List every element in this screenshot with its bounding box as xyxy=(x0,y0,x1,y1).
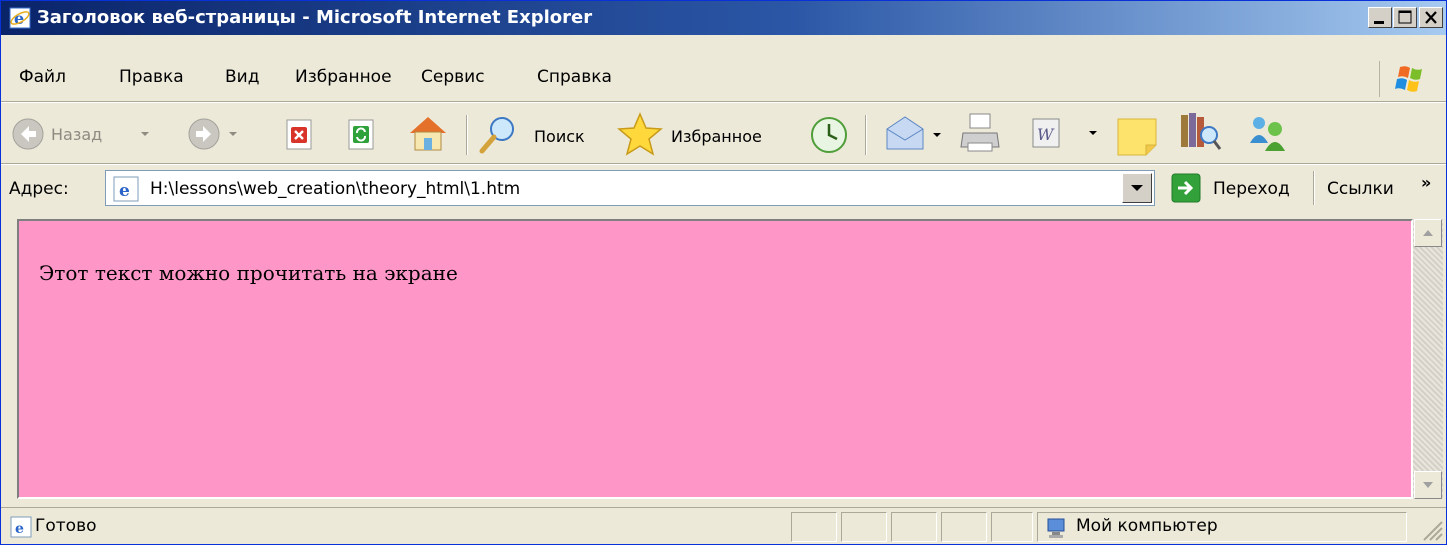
menu-bar: Файл Правка Вид Избранное Сервис Справка xyxy=(1,57,1446,99)
search-icon xyxy=(479,117,514,154)
maximize-icon xyxy=(1398,10,1412,24)
page-status-icon: e xyxy=(10,516,32,538)
status-text: Готово xyxy=(35,516,97,536)
home-button[interactable] xyxy=(406,113,450,159)
menu-edit[interactable]: Правка xyxy=(119,67,184,87)
standard-toolbar: Назад Поиск Избранное W xyxy=(1,105,1446,163)
forward-button[interactable] xyxy=(187,117,247,157)
close-button[interactable] xyxy=(1419,7,1443,28)
messenger-button[interactable] xyxy=(1245,111,1291,159)
sticky-note-icon xyxy=(1117,118,1157,156)
research-books-icon xyxy=(1181,113,1222,150)
history-icon xyxy=(811,117,847,153)
menu-help[interactable]: Справка xyxy=(537,67,612,87)
address-bar: Адрес: e H:\lessons\web_creation\theory_… xyxy=(1,167,1446,211)
links-button[interactable]: Ссылки xyxy=(1327,179,1394,199)
browser-window: e Заголовок веб-страницы - Microsoft Int… xyxy=(0,0,1447,545)
windows-logo xyxy=(1379,61,1438,97)
favorites-label: Избранное xyxy=(671,127,762,146)
menu-file[interactable]: Файл xyxy=(19,67,66,87)
back-button[interactable]: Назад xyxy=(11,117,151,157)
menu-view[interactable]: Вид xyxy=(225,67,259,87)
refresh-icon xyxy=(348,119,374,150)
research-button[interactable] xyxy=(1177,109,1223,159)
print-icon xyxy=(960,113,1000,152)
discuss-button[interactable] xyxy=(1116,117,1162,161)
word-edit-icon: W xyxy=(1032,118,1097,148)
history-button[interactable] xyxy=(807,114,851,160)
go-label[interactable]: Переход xyxy=(1213,179,1290,199)
page-text: Этот текст можно прочитать на экране xyxy=(39,261,458,285)
windows-flag-icon xyxy=(1395,66,1422,92)
address-label: Адрес: xyxy=(9,179,69,199)
page-ie-icon: e xyxy=(113,176,139,202)
stop-icon xyxy=(286,119,312,150)
go-button[interactable] xyxy=(1171,173,1203,209)
address-dropdown-button[interactable] xyxy=(1122,173,1152,203)
svg-text:W: W xyxy=(1037,125,1055,144)
mail-button[interactable] xyxy=(883,113,953,159)
address-url: H:\lessons\web_creation\theory_html\1.ht… xyxy=(150,179,521,199)
resize-grip-icon[interactable] xyxy=(1420,518,1444,542)
svg-text:e: e xyxy=(119,181,130,201)
computer-icon xyxy=(1047,518,1065,538)
window-title: Заголовок веб-страницы - Microsoft Inter… xyxy=(37,7,593,28)
favorites-star-icon xyxy=(617,112,663,156)
vertical-scrollbar[interactable] xyxy=(1413,219,1443,499)
close-icon xyxy=(1425,11,1437,24)
zone-text: Мой компьютер xyxy=(1076,516,1218,536)
search-button[interactable]: Поиск xyxy=(478,113,585,159)
search-label: Поиск xyxy=(534,127,585,146)
scroll-down-button[interactable] xyxy=(1414,471,1442,499)
print-button[interactable] xyxy=(959,111,1003,159)
mail-icon xyxy=(886,116,941,150)
forward-arrow-icon xyxy=(188,118,237,150)
favorites-button[interactable]: Избранное xyxy=(615,111,762,161)
edit-button[interactable]: W xyxy=(1031,117,1103,155)
chevron-more-icon[interactable]: » xyxy=(1421,173,1431,192)
chevron-down-icon xyxy=(1131,185,1143,191)
address-input[interactable]: e H:\lessons\web_creation\theory_html\1.… xyxy=(105,170,1155,206)
minimize-icon xyxy=(1374,21,1384,24)
maximize-button[interactable] xyxy=(1393,7,1417,28)
home-icon xyxy=(410,117,446,151)
status-bar: e Готово Мой компьютер xyxy=(1,507,1446,545)
go-arrow-icon xyxy=(1171,173,1201,203)
refresh-button[interactable] xyxy=(346,119,378,155)
minimize-button[interactable] xyxy=(1368,7,1392,28)
arrow-up-icon xyxy=(1423,230,1433,236)
back-label: Назад xyxy=(51,125,103,144)
page-content: Этот текст можно прочитать на экране xyxy=(17,219,1413,499)
svg-text:e: e xyxy=(15,521,24,537)
messenger-people-icon xyxy=(1250,117,1285,151)
menu-favorites[interactable]: Избранное xyxy=(295,67,392,87)
menu-tools[interactable]: Сервис xyxy=(421,67,485,87)
title-bar[interactable]: e Заголовок веб-страницы - Microsoft Int… xyxy=(1,1,1446,35)
arrow-down-icon xyxy=(1423,482,1433,488)
scroll-up-button[interactable] xyxy=(1414,219,1442,247)
ie-logo-icon: e xyxy=(9,7,31,29)
stop-button[interactable] xyxy=(284,119,316,155)
